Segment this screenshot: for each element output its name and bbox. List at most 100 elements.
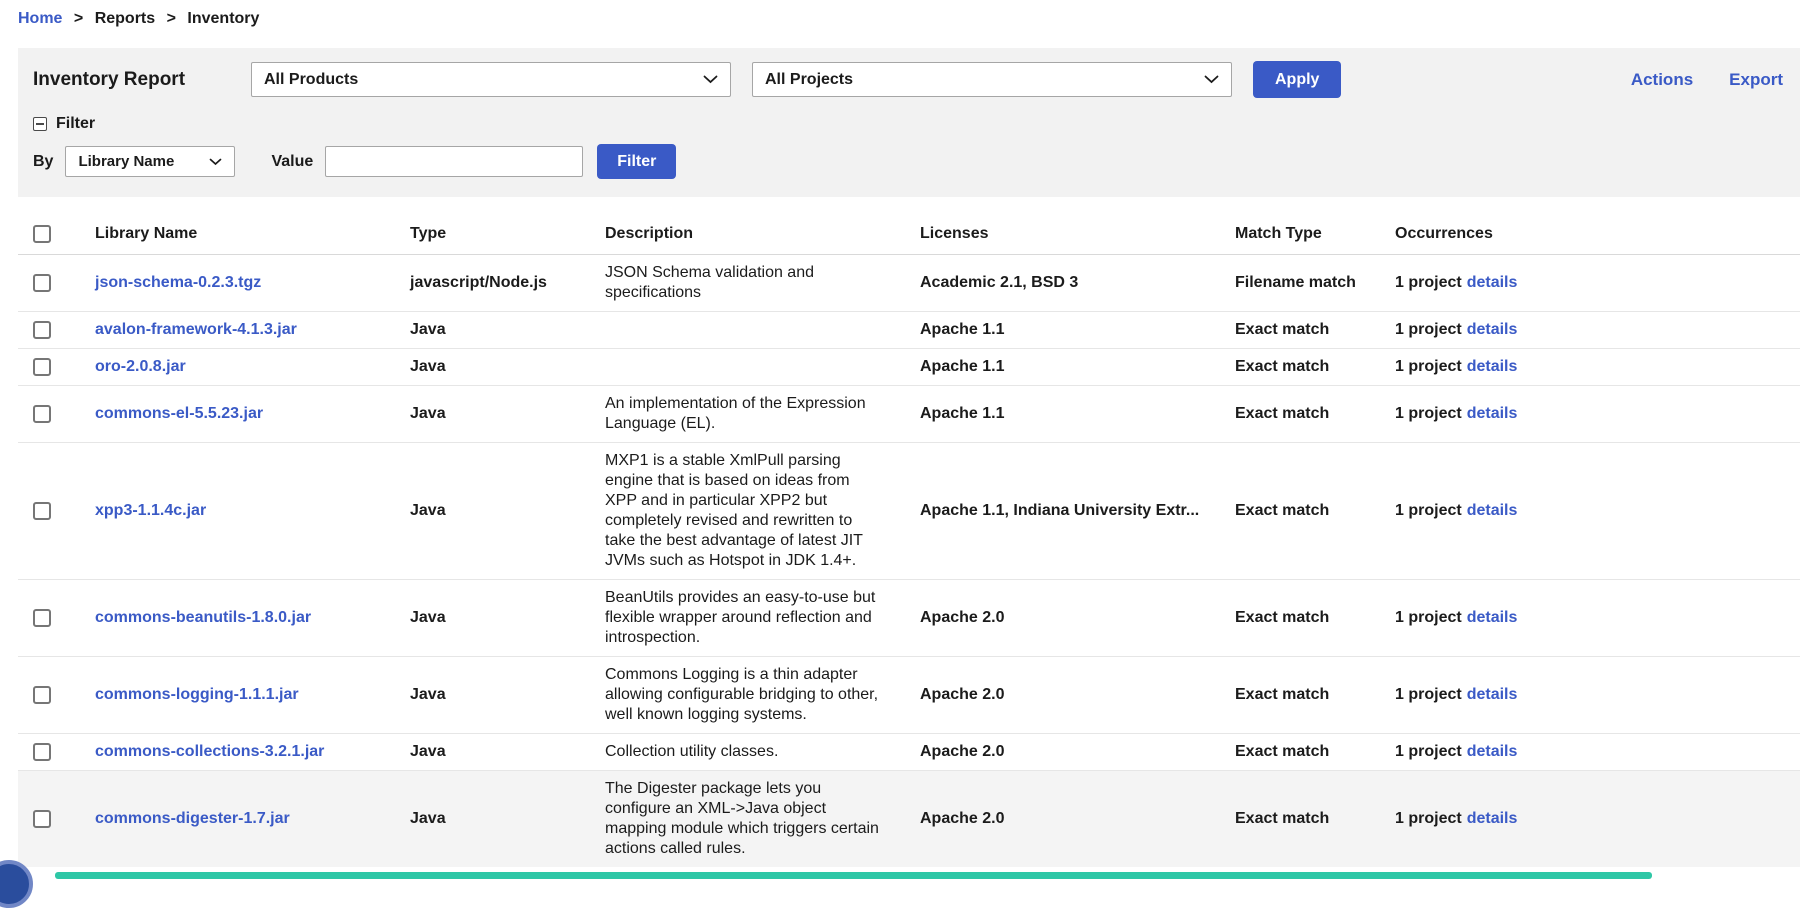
library-name-link[interactable]: commons-digester-1.7.jar (95, 810, 290, 827)
row-checkbox[interactable] (33, 321, 51, 339)
row-checkbox[interactable] (33, 274, 51, 292)
products-select[interactable]: All Products (251, 62, 731, 97)
details-link[interactable]: details (1467, 810, 1518, 827)
type-cell: Java (393, 443, 588, 580)
row-checkbox[interactable] (33, 686, 51, 704)
match-type-cell: Exact match (1218, 349, 1378, 386)
filter-row: By Library Name Value Filter (33, 144, 1785, 179)
table-row: xpp3-1.1.4c.jar Java MXP1 is a stable Xm… (18, 443, 1800, 580)
description-cell: Commons Logging is a thin adapter allowi… (588, 657, 903, 734)
details-link[interactable]: details (1467, 743, 1518, 760)
breadcrumb-current-page: Inventory (187, 10, 259, 27)
occurrences-text: 1 project (1395, 502, 1462, 519)
table-row: oro-2.0.8.jar Java Apache 1.1 Exact matc… (18, 349, 1800, 386)
table-row: commons-collections-3.2.1.jar Java Colle… (18, 734, 1800, 771)
description-cell: JSON Schema validation and specification… (588, 255, 903, 312)
teal-highlight-bar (55, 872, 1652, 879)
col-header-description: Description (588, 214, 903, 255)
description-cell: MXP1 is a stable XmlPull parsing engine … (588, 443, 903, 580)
type-cell: Java (393, 771, 588, 868)
occurrences-text: 1 project (1395, 686, 1462, 703)
breadcrumb-home-link[interactable]: Home (18, 10, 62, 27)
toolbar-links: Actions Export (1631, 70, 1785, 90)
details-link[interactable]: details (1467, 405, 1518, 422)
details-link[interactable]: details (1467, 274, 1518, 291)
type-cell: Java (393, 386, 588, 443)
row-checkbox[interactable] (33, 609, 51, 627)
filter-section-label: Filter (56, 115, 95, 133)
row-checkbox[interactable] (33, 743, 51, 761)
table-row: commons-logging-1.1.1.jar Java Commons L… (18, 657, 1800, 734)
details-link[interactable]: details (1467, 321, 1518, 338)
description-cell: An implementation of the Expression Lang… (588, 386, 903, 443)
col-header-licenses: Licenses (903, 214, 1218, 255)
licenses-cell: Apache 2.0 (903, 657, 1218, 734)
details-link[interactable]: details (1467, 609, 1518, 626)
description-cell (588, 349, 903, 386)
licenses-cell: Academic 2.1, BSD 3 (903, 255, 1218, 312)
page: Home > Reports > Inventory Inventory Rep… (0, 0, 1819, 867)
description-cell: BeanUtils provides an easy-to-use but fl… (588, 580, 903, 657)
filter-by-select[interactable]: Library Name (65, 146, 235, 177)
library-name-link[interactable]: json-schema-0.2.3.tgz (95, 274, 261, 291)
type-cell: Java (393, 580, 588, 657)
filter-by-select-value: Library Name (78, 153, 174, 170)
match-type-cell: Exact match (1218, 657, 1378, 734)
licenses-cell: Apache 1.1 (903, 349, 1218, 386)
chevron-down-icon (1204, 75, 1219, 84)
occurrences-text: 1 project (1395, 609, 1462, 626)
occurrences-text: 1 project (1395, 810, 1462, 827)
table-row: json-schema-0.2.3.tgz javascript/Node.js… (18, 255, 1800, 312)
select-all-checkbox[interactable] (33, 225, 51, 243)
match-type-cell: Filename match (1218, 255, 1378, 312)
filter-section-header: Filter (33, 115, 1785, 133)
library-name-link[interactable]: commons-el-5.5.23.jar (95, 405, 263, 422)
chevron-down-icon (209, 158, 222, 166)
row-checkbox[interactable] (33, 405, 51, 423)
row-checkbox[interactable] (33, 358, 51, 376)
library-name-link[interactable]: commons-collections-3.2.1.jar (95, 743, 324, 760)
details-link[interactable]: details (1467, 686, 1518, 703)
library-name-link[interactable]: avalon-framework-4.1.3.jar (95, 321, 297, 338)
page-title: Inventory Report (33, 69, 251, 91)
library-name-link[interactable]: commons-logging-1.1.1.jar (95, 686, 299, 703)
type-cell: Java (393, 657, 588, 734)
row-checkbox[interactable] (33, 502, 51, 520)
match-type-cell: Exact match (1218, 386, 1378, 443)
occurrences-text: 1 project (1395, 743, 1462, 760)
projects-select[interactable]: All Projects (752, 62, 1232, 97)
collapse-filter-icon[interactable] (33, 117, 47, 131)
value-label: Value (271, 153, 313, 171)
licenses-cell: Apache 1.1 (903, 312, 1218, 349)
col-header-type: Type (393, 214, 588, 255)
library-name-link[interactable]: commons-beanutils-1.8.0.jar (95, 609, 311, 626)
col-header-match-type: Match Type (1218, 214, 1378, 255)
inventory-table: Library Name Type Description Licenses M… (18, 214, 1800, 867)
export-link[interactable]: Export (1729, 70, 1783, 90)
toolbar-row: Inventory Report All Products All Projec… (33, 61, 1785, 98)
inventory-table-body: json-schema-0.2.3.tgz javascript/Node.js… (18, 255, 1800, 868)
licenses-cell: Apache 1.1, Indiana University Extr... (903, 443, 1218, 580)
match-type-cell: Exact match (1218, 443, 1378, 580)
row-checkbox[interactable] (33, 810, 51, 828)
actions-link[interactable]: Actions (1631, 70, 1693, 90)
description-cell (588, 312, 903, 349)
breadcrumb-separator: > (167, 10, 176, 27)
apply-button[interactable]: Apply (1253, 61, 1341, 98)
library-name-link[interactable]: oro-2.0.8.jar (95, 358, 186, 375)
breadcrumb-reports-link[interactable]: Reports (95, 10, 155, 27)
filter-value-input[interactable] (325, 146, 583, 177)
match-type-cell: Exact match (1218, 771, 1378, 868)
col-header-library-name: Library Name (78, 214, 393, 255)
by-label: By (33, 153, 53, 171)
details-link[interactable]: details (1467, 502, 1518, 519)
occurrences-text: 1 project (1395, 405, 1462, 422)
occurrences-text: 1 project (1395, 274, 1462, 291)
licenses-cell: Apache 1.1 (903, 386, 1218, 443)
table-header-row: Library Name Type Description Licenses M… (18, 214, 1800, 255)
details-link[interactable]: details (1467, 358, 1518, 375)
library-name-link[interactable]: xpp3-1.1.4c.jar (95, 502, 206, 519)
filter-button[interactable]: Filter (597, 144, 676, 179)
occurrences-text: 1 project (1395, 321, 1462, 338)
breadcrumb-separator: > (74, 10, 83, 27)
